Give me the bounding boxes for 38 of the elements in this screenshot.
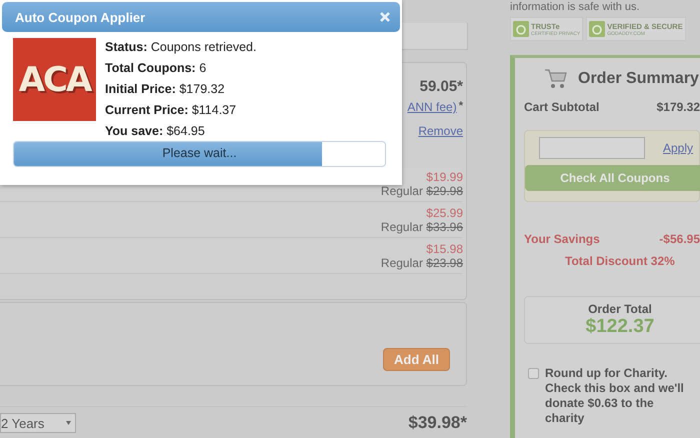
coupon-field[interactable] bbox=[539, 137, 645, 159]
regular-price: Regular $33.96 bbox=[380, 220, 463, 234]
security-notice: information is safe with us. bbox=[510, 1, 641, 13]
fee-link[interactable]: ANN fee) bbox=[407, 100, 457, 114]
remove-link[interactable]: Remove bbox=[418, 124, 463, 138]
dialog-title: Auto Coupon Applier bbox=[15, 10, 146, 24]
regular-price: Regular $23.98 bbox=[380, 256, 463, 270]
info-line: Current Price: $114.37 bbox=[105, 102, 238, 119]
check-coupons-button[interactable]: Check All Coupons bbox=[525, 165, 700, 191]
regular-price: Regular $29.98 bbox=[380, 184, 463, 198]
total-label: Order Total bbox=[588, 302, 652, 316]
add-all-button[interactable]: Add All bbox=[382, 348, 450, 371]
total-discount: Total Discount 32% bbox=[565, 254, 676, 268]
info-line: You save: $64.95 bbox=[105, 123, 206, 140]
apply-link[interactable]: Apply bbox=[663, 141, 694, 155]
progress-label: Please wait... bbox=[161, 146, 238, 160]
sale-price: $19.99 bbox=[426, 170, 463, 184]
cart-icon bbox=[544, 68, 568, 90]
close-icon[interactable] bbox=[380, 12, 390, 22]
logo: ACA bbox=[13, 38, 96, 121]
savings-label: Your Savings bbox=[524, 232, 600, 246]
info-line: Initial Price: $179.32 bbox=[105, 81, 226, 98]
info-line: Status: Coupons retrieved. bbox=[105, 39, 256, 56]
charity-text: Round up for Charity. Check this box and we'll donate $0.63 to the charity bbox=[545, 366, 685, 426]
subtotal-value: $179.32 bbox=[656, 100, 700, 114]
charity-checkbox[interactable] bbox=[528, 368, 539, 379]
asterisk: * bbox=[458, 100, 463, 112]
summary-title: Order Summary bbox=[578, 70, 699, 88]
plan-price: $39.98* bbox=[408, 413, 467, 433]
savings-value: -$56.95 bbox=[659, 232, 700, 246]
caret-icon bbox=[66, 421, 71, 425]
sale-price: $15.98 bbox=[426, 242, 463, 256]
item-price: 59.05* bbox=[420, 78, 463, 95]
subtotal-label: Cart Subtotal bbox=[524, 100, 600, 114]
term-select[interactable]: 2 Years bbox=[0, 413, 76, 433]
sale-price: $25.99 bbox=[426, 206, 463, 220]
total-value: $122.37 bbox=[586, 316, 654, 338]
info-line: Total Coupons: 6 bbox=[105, 60, 208, 77]
